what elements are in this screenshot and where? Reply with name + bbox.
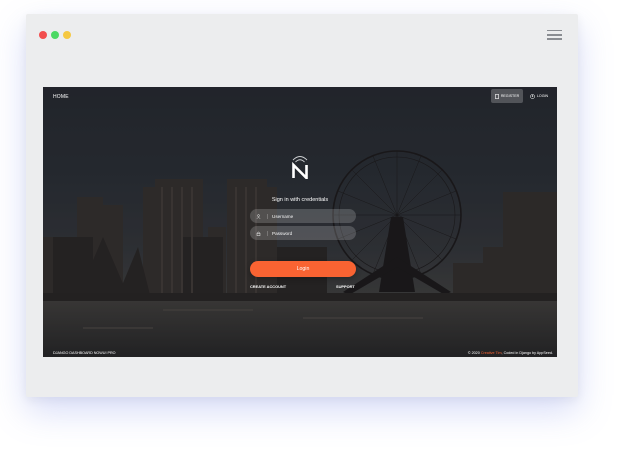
login-page-screen: HOME REGISTER LOGIN Sign in with credent… <box>43 87 557 357</box>
close-dot[interactable] <box>39 31 47 39</box>
create-account-link[interactable]: CREATE ACCOUNT <box>250 284 286 289</box>
password-input[interactable] <box>267 230 351 236</box>
password-field <box>250 226 356 240</box>
nav-home-link[interactable]: HOME <box>53 94 69 100</box>
book-icon <box>494 93 499 99</box>
support-link[interactable]: SUPPORT <box>336 284 355 289</box>
creative-tim-link[interactable]: Creative Tim <box>481 351 502 355</box>
footer-copyright-prefix: © 2020 <box>467 351 480 355</box>
login-title: Sign in with credentials <box>271 197 329 203</box>
now-ui-logo <box>292 156 308 179</box>
maximize-dot[interactable] <box>63 31 71 39</box>
browser-mockup-window: HOME REGISTER LOGIN Sign in with credent… <box>26 14 578 397</box>
nav-register-label: REGISTER <box>500 94 520 98</box>
user-circle-icon <box>530 93 535 99</box>
lock-icon <box>256 231 261 236</box>
username-input[interactable] <box>267 213 351 219</box>
nav-register-button[interactable]: REGISTER <box>491 89 523 103</box>
user-icon <box>256 213 261 219</box>
hamburger-icon[interactable] <box>547 30 562 40</box>
footer-copyright-suffix: , Coded in Django by AppSeed. <box>501 351 553 355</box>
minimize-dot[interactable] <box>51 31 59 39</box>
footer-brand: DJANGO DASHBOARD NOWUI PRO <box>53 351 116 355</box>
login-button[interactable]: Login <box>250 261 356 277</box>
nav-login-button[interactable]: LOGIN <box>527 89 551 103</box>
footer-copyright: © 2020 Creative Tim, Coded in Django by … <box>468 351 553 355</box>
nav-login-label: LOGIN <box>536 94 549 98</box>
username-field <box>250 209 356 223</box>
